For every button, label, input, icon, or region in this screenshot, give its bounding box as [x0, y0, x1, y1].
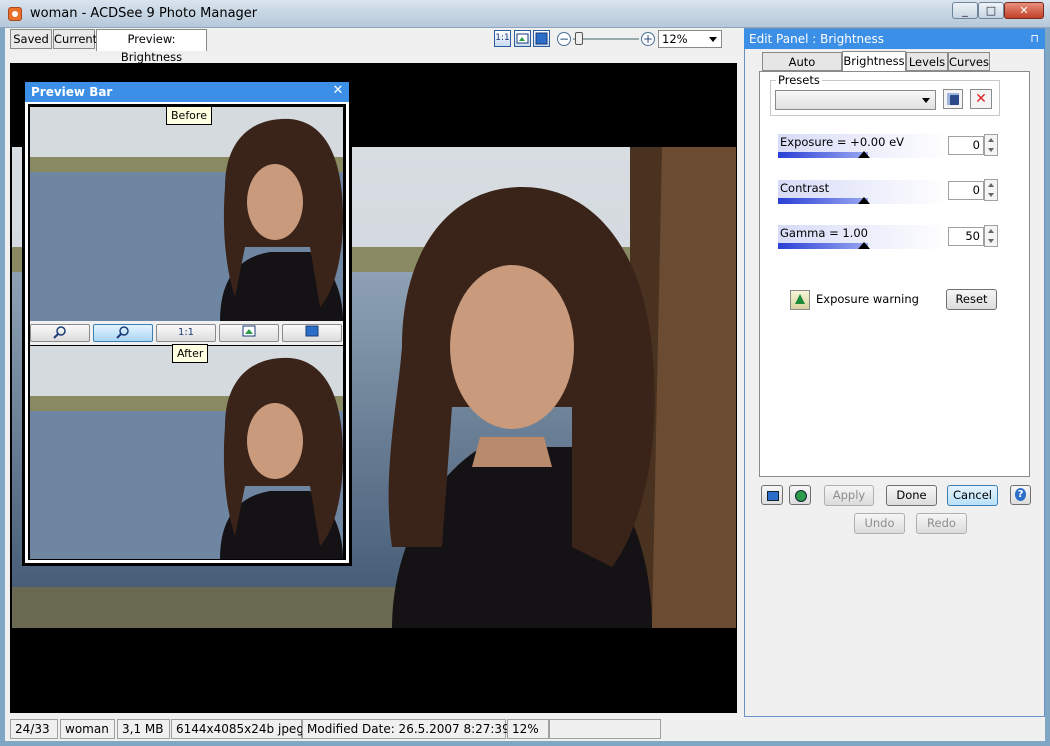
app-icon[interactable]	[8, 7, 22, 21]
exposure-slider-fill	[778, 152, 868, 158]
contrast-slider-thumb[interactable]	[858, 197, 870, 204]
gamma-slider-thumb[interactable]	[858, 242, 870, 249]
tab-auto-exposure[interactable]: Auto Exposure	[762, 52, 842, 87]
preview-bar-title: Preview Bar ✕	[25, 82, 349, 102]
gamma-slider-label: Gamma = 1.00	[780, 226, 868, 240]
preview-bar[interactable]: Preview Bar ✕ 1:1	[22, 79, 352, 566]
histogram-icon[interactable]	[789, 485, 811, 505]
zoom-in-icon[interactable]: +	[641, 32, 655, 46]
after-label: After	[172, 344, 209, 363]
fit-image-icon[interactable]	[514, 30, 531, 47]
fullscreen-icon[interactable]	[533, 30, 550, 47]
zoom-out-tool-icon[interactable]	[93, 324, 153, 342]
exposure-slider-thumb[interactable]	[858, 151, 870, 158]
before-thumbnail	[30, 107, 343, 321]
exposure-warning-icon[interactable]	[790, 290, 810, 310]
exposure-slider[interactable]: Exposure = +0.00 eV	[778, 134, 948, 158]
status-zoom: 12%	[507, 719, 549, 739]
minimize-button[interactable]: _	[952, 2, 978, 19]
fit-image-icon-graphic	[516, 33, 529, 44]
reset-button[interactable]: Reset	[946, 289, 997, 310]
contrast-slider-fill	[778, 198, 868, 204]
chevron-down-icon	[922, 98, 930, 103]
done-button[interactable]: Done	[886, 485, 937, 506]
exposure-spinner[interactable]	[984, 134, 998, 156]
actual-size-icon[interactable]: 1:1	[494, 30, 511, 47]
fullscreen-tool-icon[interactable]	[282, 324, 342, 342]
status-filesize: 3,1 MB	[117, 719, 170, 739]
tab-current[interactable]: Current	[53, 29, 97, 49]
contrast-slider[interactable]: Contrast	[778, 180, 948, 204]
cancel-button[interactable]: Cancel	[947, 485, 998, 506]
tab-brightness[interactable]: Brightness	[842, 51, 906, 72]
presets-dropdown[interactable]	[775, 90, 936, 110]
tab-curves[interactable]: Curves	[948, 52, 990, 71]
presets-label: Presets	[776, 73, 822, 87]
zoom-slider-thumb[interactable]	[575, 32, 583, 45]
zoom-out-tool-graphic	[116, 326, 129, 339]
tab-levels[interactable]: Levels	[906, 52, 948, 71]
pin-icon[interactable]: ⊓	[1030, 29, 1039, 49]
zoom-level-value: 12%	[662, 32, 688, 46]
after-thumbnail-graphic	[30, 346, 343, 559]
contrast-value-input[interactable]: 0	[948, 181, 984, 200]
fullscreen-tool-graphic	[305, 325, 319, 337]
contrast-slider-label: Contrast	[780, 181, 830, 195]
before-label: Before	[166, 106, 212, 125]
close-button[interactable]: ✕	[1004, 2, 1044, 19]
chevron-down-icon	[709, 37, 717, 42]
status-modified-date: Modified Date: 26.5.2007 8:27:39	[302, 719, 510, 739]
edit-panel-title-text: Edit Panel : Brightness	[749, 32, 885, 46]
actual-size-tool-icon[interactable]: 1:1	[156, 324, 216, 342]
status-empty	[549, 719, 661, 739]
fit-image-tool-icon[interactable]	[219, 324, 279, 342]
before-thumbnail-graphic	[30, 107, 343, 321]
maximize-button[interactable]: □	[978, 2, 1004, 19]
zoom-in-tool-icon[interactable]	[30, 324, 90, 342]
delete-preset-icon[interactable]: ✕	[970, 89, 992, 109]
edit-panel-title: Edit Panel : Brightness ⊓	[744, 29, 1045, 49]
brightness-tab-content	[759, 71, 1030, 477]
status-dimensions: 6144x4085x24b jpeg	[171, 719, 304, 739]
tab-saved[interactable]: Saved	[10, 29, 52, 49]
gamma-slider-fill	[778, 243, 868, 249]
redo-button[interactable]: Redo	[916, 513, 967, 534]
window-title: woman - ACDSee 9 Photo Manager	[30, 6, 258, 21]
zoom-level-select[interactable]: 12%	[658, 30, 722, 48]
zoom-in-tool-graphic	[53, 326, 66, 339]
status-filename: woman	[60, 719, 115, 739]
tab-preview-brightness[interactable]: Preview: Brightness	[96, 29, 207, 64]
gamma-spinner[interactable]	[984, 225, 998, 247]
after-thumbnail	[30, 346, 343, 559]
preview-toolbar: 1:1	[30, 321, 343, 345]
gamma-value-input[interactable]: 50	[948, 227, 984, 246]
exposure-warning-label: Exposure warning	[816, 292, 919, 306]
exposure-slider-label: Exposure = +0.00 eV	[780, 135, 905, 149]
contrast-spinner[interactable]	[984, 179, 998, 201]
exposure-value-input[interactable]: 0	[948, 136, 984, 155]
preview-bar-title-text: Preview Bar	[31, 85, 113, 99]
help-icon[interactable]	[1010, 485, 1031, 505]
fullscreen-icon-graphic	[535, 32, 548, 45]
gamma-slider[interactable]: Gamma = 1.00	[778, 225, 948, 249]
compare-icon[interactable]	[761, 485, 783, 505]
undo-button[interactable]: Undo	[854, 513, 905, 534]
close-icon[interactable]: ✕	[331, 84, 345, 98]
status-index: 24/33	[10, 719, 58, 739]
apply-button[interactable]: Apply	[824, 485, 874, 506]
fit-image-tool-graphic	[242, 325, 256, 337]
save-preset-icon[interactable]	[943, 89, 963, 109]
zoom-out-icon[interactable]: −	[557, 32, 571, 46]
